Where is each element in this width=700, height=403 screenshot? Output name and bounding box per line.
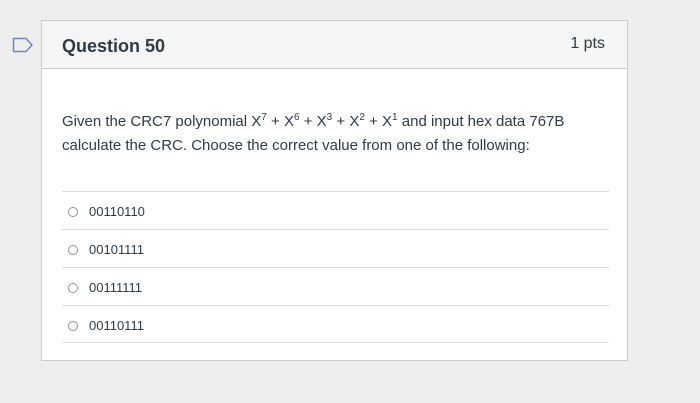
polynomial-term: X2 (349, 112, 365, 131)
answer-list: 00110110 00101111 00111111 00110111 (62, 191, 609, 343)
question-text-intro: Given the CRC7 polynomial (62, 113, 252, 130)
question-points: 1 pts (570, 35, 605, 52)
bookmark-flag-icon[interactable] (12, 37, 34, 53)
plus-sign: + (364, 113, 383, 130)
answer-option[interactable]: 00110110 (62, 191, 609, 229)
radio-button[interactable] (68, 321, 78, 331)
question-title: Question 50 (62, 36, 166, 56)
question-text-instruction: calculate the CRC. Choose the correct va… (62, 137, 530, 154)
radio-button[interactable] (68, 207, 78, 217)
question-card: Question 50 1 pts Given the CRC7 polynom… (41, 20, 628, 361)
plus-sign: + (332, 113, 350, 130)
question-text: Given the CRC7 polynomial X7 + X6 + X3 +… (62, 110, 610, 158)
question-header: Question 50 1 pts (42, 21, 627, 69)
radio-button[interactable] (68, 283, 78, 293)
polynomial-term: X3 (316, 112, 333, 131)
question-text-data: and input hex data 767B (397, 113, 565, 130)
plus-sign: + (266, 113, 284, 130)
answer-option[interactable]: 00111111 (62, 267, 609, 305)
polynomial-term: X1 (382, 112, 398, 131)
polynomial-term: X6 (283, 112, 300, 131)
answer-option[interactable]: 00101111 (62, 229, 609, 267)
answer-option[interactable]: 00110111 (62, 305, 609, 343)
plus-sign: + (299, 113, 317, 130)
polynomial-term: X7 (251, 112, 267, 131)
answer-label[interactable]: 00101111 (89, 242, 144, 257)
answer-label[interactable]: 00110111 (89, 318, 144, 333)
radio-button[interactable] (68, 245, 78, 255)
answer-label[interactable]: 00111111 (89, 280, 142, 295)
answer-label[interactable]: 00110110 (89, 204, 145, 219)
